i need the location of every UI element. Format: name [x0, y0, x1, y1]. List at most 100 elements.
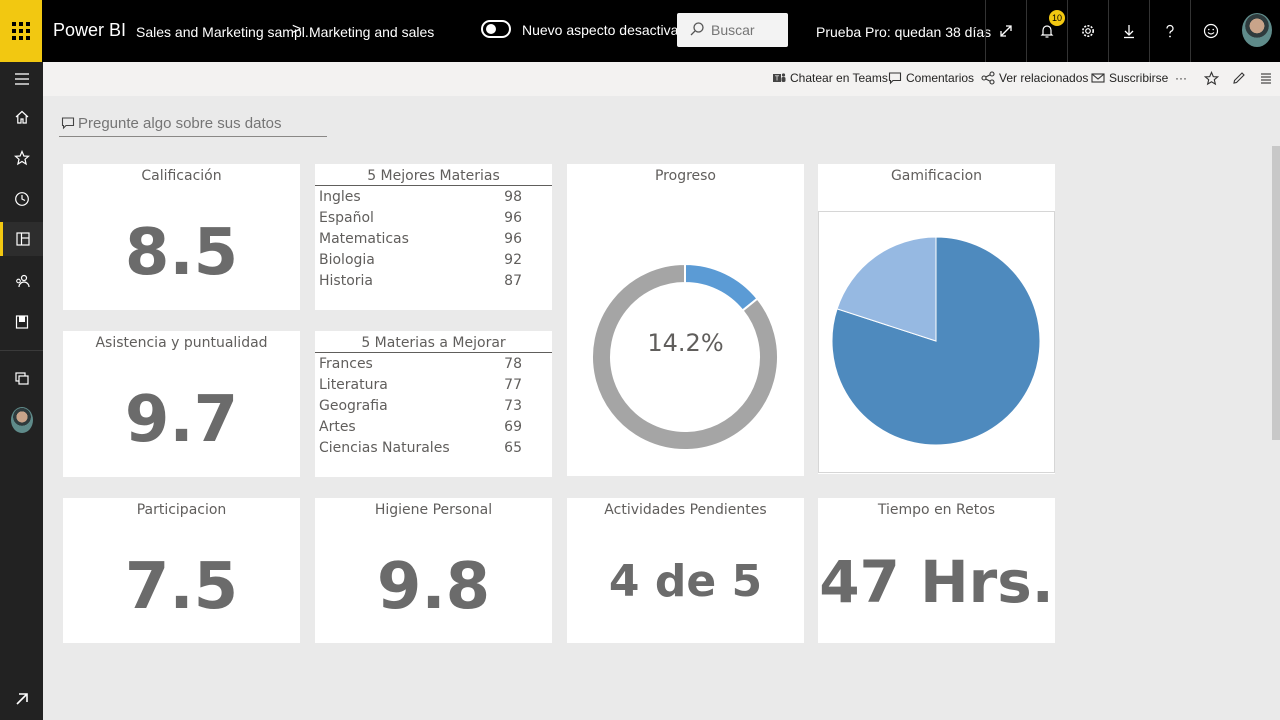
table-mejores-materias: 5 Mejores Materias Ingles 98 Español 96 Ma…: [315, 168, 552, 291]
qna-input[interactable]: [78, 113, 318, 133]
workspace-avatar: [10, 407, 33, 433]
nav-learn[interactable]: [0, 305, 43, 339]
fullscreen-button[interactable]: [985, 0, 1026, 62]
download-icon: [1124, 25, 1134, 39]
gamification-pie-chart: [831, 236, 1041, 446]
settings-button[interactable]: [1067, 0, 1108, 62]
app-launcher-button[interactable]: [0, 0, 42, 62]
tile-gamificacion[interactable]: Gamificacion: [818, 164, 1055, 474]
chat-in-teams-button[interactable]: T Chatear en Teams: [772, 68, 888, 88]
download-button[interactable]: [1108, 0, 1149, 62]
nav-favorites[interactable]: [0, 141, 43, 175]
chart-slice-0[interactable]: [684, 262, 759, 312]
subject-name: Frances: [319, 356, 373, 372]
qna-box[interactable]: [59, 110, 327, 137]
nav-get-data[interactable]: [0, 682, 43, 716]
waffle-icon: [12, 22, 30, 40]
view-menu-button[interactable]: [1259, 68, 1273, 88]
nav-apps[interactable]: [0, 222, 43, 256]
breadcrumb-dashboard[interactable]: Marketing and sales: [309, 24, 434, 40]
help-button[interactable]: [1149, 0, 1190, 62]
see-related-label: Ver relacionados: [999, 71, 1089, 85]
search-input[interactable]: [711, 21, 783, 39]
user-avatar[interactable]: [1242, 13, 1272, 47]
more-options-icon: ···: [1175, 71, 1187, 85]
tile-tiempo-retos[interactable]: Tiempo en Retos 47 Hrs.: [818, 498, 1055, 643]
tile-materias-mejorar[interactable]: 5 Materias a Mejorar Frances 78 Literatur…: [315, 331, 552, 477]
tile-actividades-pendientes[interactable]: Actividades Pendientes 4 de 5: [567, 498, 804, 643]
edit-button[interactable]: [1232, 68, 1246, 88]
subject-name: Matematicas: [319, 231, 409, 247]
brand-name[interactable]: Power BI: [53, 20, 126, 41]
subject-name: Historia: [319, 273, 373, 289]
more-options-button[interactable]: ···: [1175, 68, 1187, 88]
kpi-value: 9.7: [124, 383, 239, 457]
nav-my-workspace[interactable]: [0, 403, 43, 437]
nav-home[interactable]: [0, 100, 43, 134]
star-outline-icon: [1204, 70, 1219, 85]
tile-mejores-materias[interactable]: 5 Mejores Materias Ingles 98 Español 96 Ma…: [315, 164, 552, 310]
teams-icon: T: [773, 73, 786, 83]
table-row: Ingles 98: [315, 186, 552, 207]
new-look-toggle[interactable]: [481, 20, 511, 38]
subscribe-label: Suscribirse: [1109, 71, 1169, 85]
subject-score: 87: [504, 273, 522, 289]
subject-score: 69: [504, 419, 522, 435]
comments-label: Comentarios: [906, 71, 975, 85]
subject-score: 73: [504, 398, 522, 414]
related-icon: [981, 71, 995, 85]
trial-status[interactable]: Prueba Pro: quedan 38 días: [816, 24, 991, 40]
bell-icon: [1040, 25, 1054, 38]
kpi-value: 47 Hrs.: [819, 548, 1054, 616]
apps-icon: [14, 372, 29, 385]
nav-recent[interactable]: [0, 182, 43, 216]
notifications-button[interactable]: 10: [1026, 0, 1067, 62]
vertical-scrollbar[interactable]: [1272, 146, 1280, 440]
nav-divider: [0, 350, 43, 351]
tile-title: Higiene Personal: [374, 502, 493, 518]
list-icon: [1261, 73, 1271, 84]
tile-progreso[interactable]: Progreso 14.2%: [567, 164, 804, 476]
search-icon: [690, 22, 704, 36]
action-bar: T Chatear en Teams Comentarios Ver relac…: [43, 62, 1280, 96]
subject-score: 96: [504, 210, 522, 226]
nav-workspaces[interactable]: [0, 361, 43, 395]
see-related-button[interactable]: Ver relacionados: [981, 68, 1088, 88]
nav-collapse-button[interactable]: [0, 62, 43, 96]
subject-score: 65: [504, 440, 522, 456]
hamburger-icon: [14, 73, 29, 85]
tile-higiene[interactable]: Higiene Personal 9.8: [315, 498, 552, 643]
favorite-button[interactable]: [1204, 68, 1219, 88]
tile-asistencia[interactable]: Asistencia y puntualidad 9.7: [63, 331, 300, 477]
subject-score: 78: [504, 356, 522, 372]
breadcrumb-workspace[interactable]: Sales and Marketing sampl...: [136, 24, 317, 40]
clock-icon: [14, 192, 29, 206]
new-look-toggle-label: Nuevo aspecto desactivado: [522, 22, 694, 38]
feedback-button[interactable]: [1190, 0, 1231, 62]
comments-button[interactable]: Comentarios: [888, 68, 974, 88]
tile-participacion[interactable]: Participacion 7.5: [63, 498, 300, 643]
comment-icon: [888, 72, 902, 85]
home-icon: [15, 110, 28, 124]
subject-score: 77: [504, 377, 522, 393]
nav-shared[interactable]: [0, 264, 43, 298]
subject-name: Ciencias Naturales: [319, 440, 450, 456]
table-title: 5 Mejores Materias: [315, 168, 552, 186]
tile-calificacion[interactable]: Calificación 8.5: [63, 164, 300, 310]
gear-icon: [1082, 25, 1094, 37]
subject-name: Artes: [319, 419, 356, 435]
subject-name: Geografia: [319, 398, 388, 414]
subscribe-button[interactable]: Suscribirse: [1091, 68, 1168, 88]
subject-score: 92: [504, 252, 522, 268]
top-bar: Power BI Sales and Marketing sampl... > …: [0, 0, 1280, 62]
subject-score: 98: [504, 189, 522, 205]
arrow-up-right-icon: [15, 693, 28, 705]
table-title: 5 Materias a Mejorar: [315, 335, 552, 353]
kpi-value: 8.5: [124, 216, 239, 290]
kpi-value: 4 de 5: [608, 556, 763, 607]
search-box[interactable]: [677, 13, 788, 47]
table-row: Geografia 73: [315, 395, 552, 416]
chat-bubble-icon: [61, 117, 75, 130]
table-row: Historia 87: [315, 270, 552, 291]
smiley-icon: [1203, 23, 1219, 39]
